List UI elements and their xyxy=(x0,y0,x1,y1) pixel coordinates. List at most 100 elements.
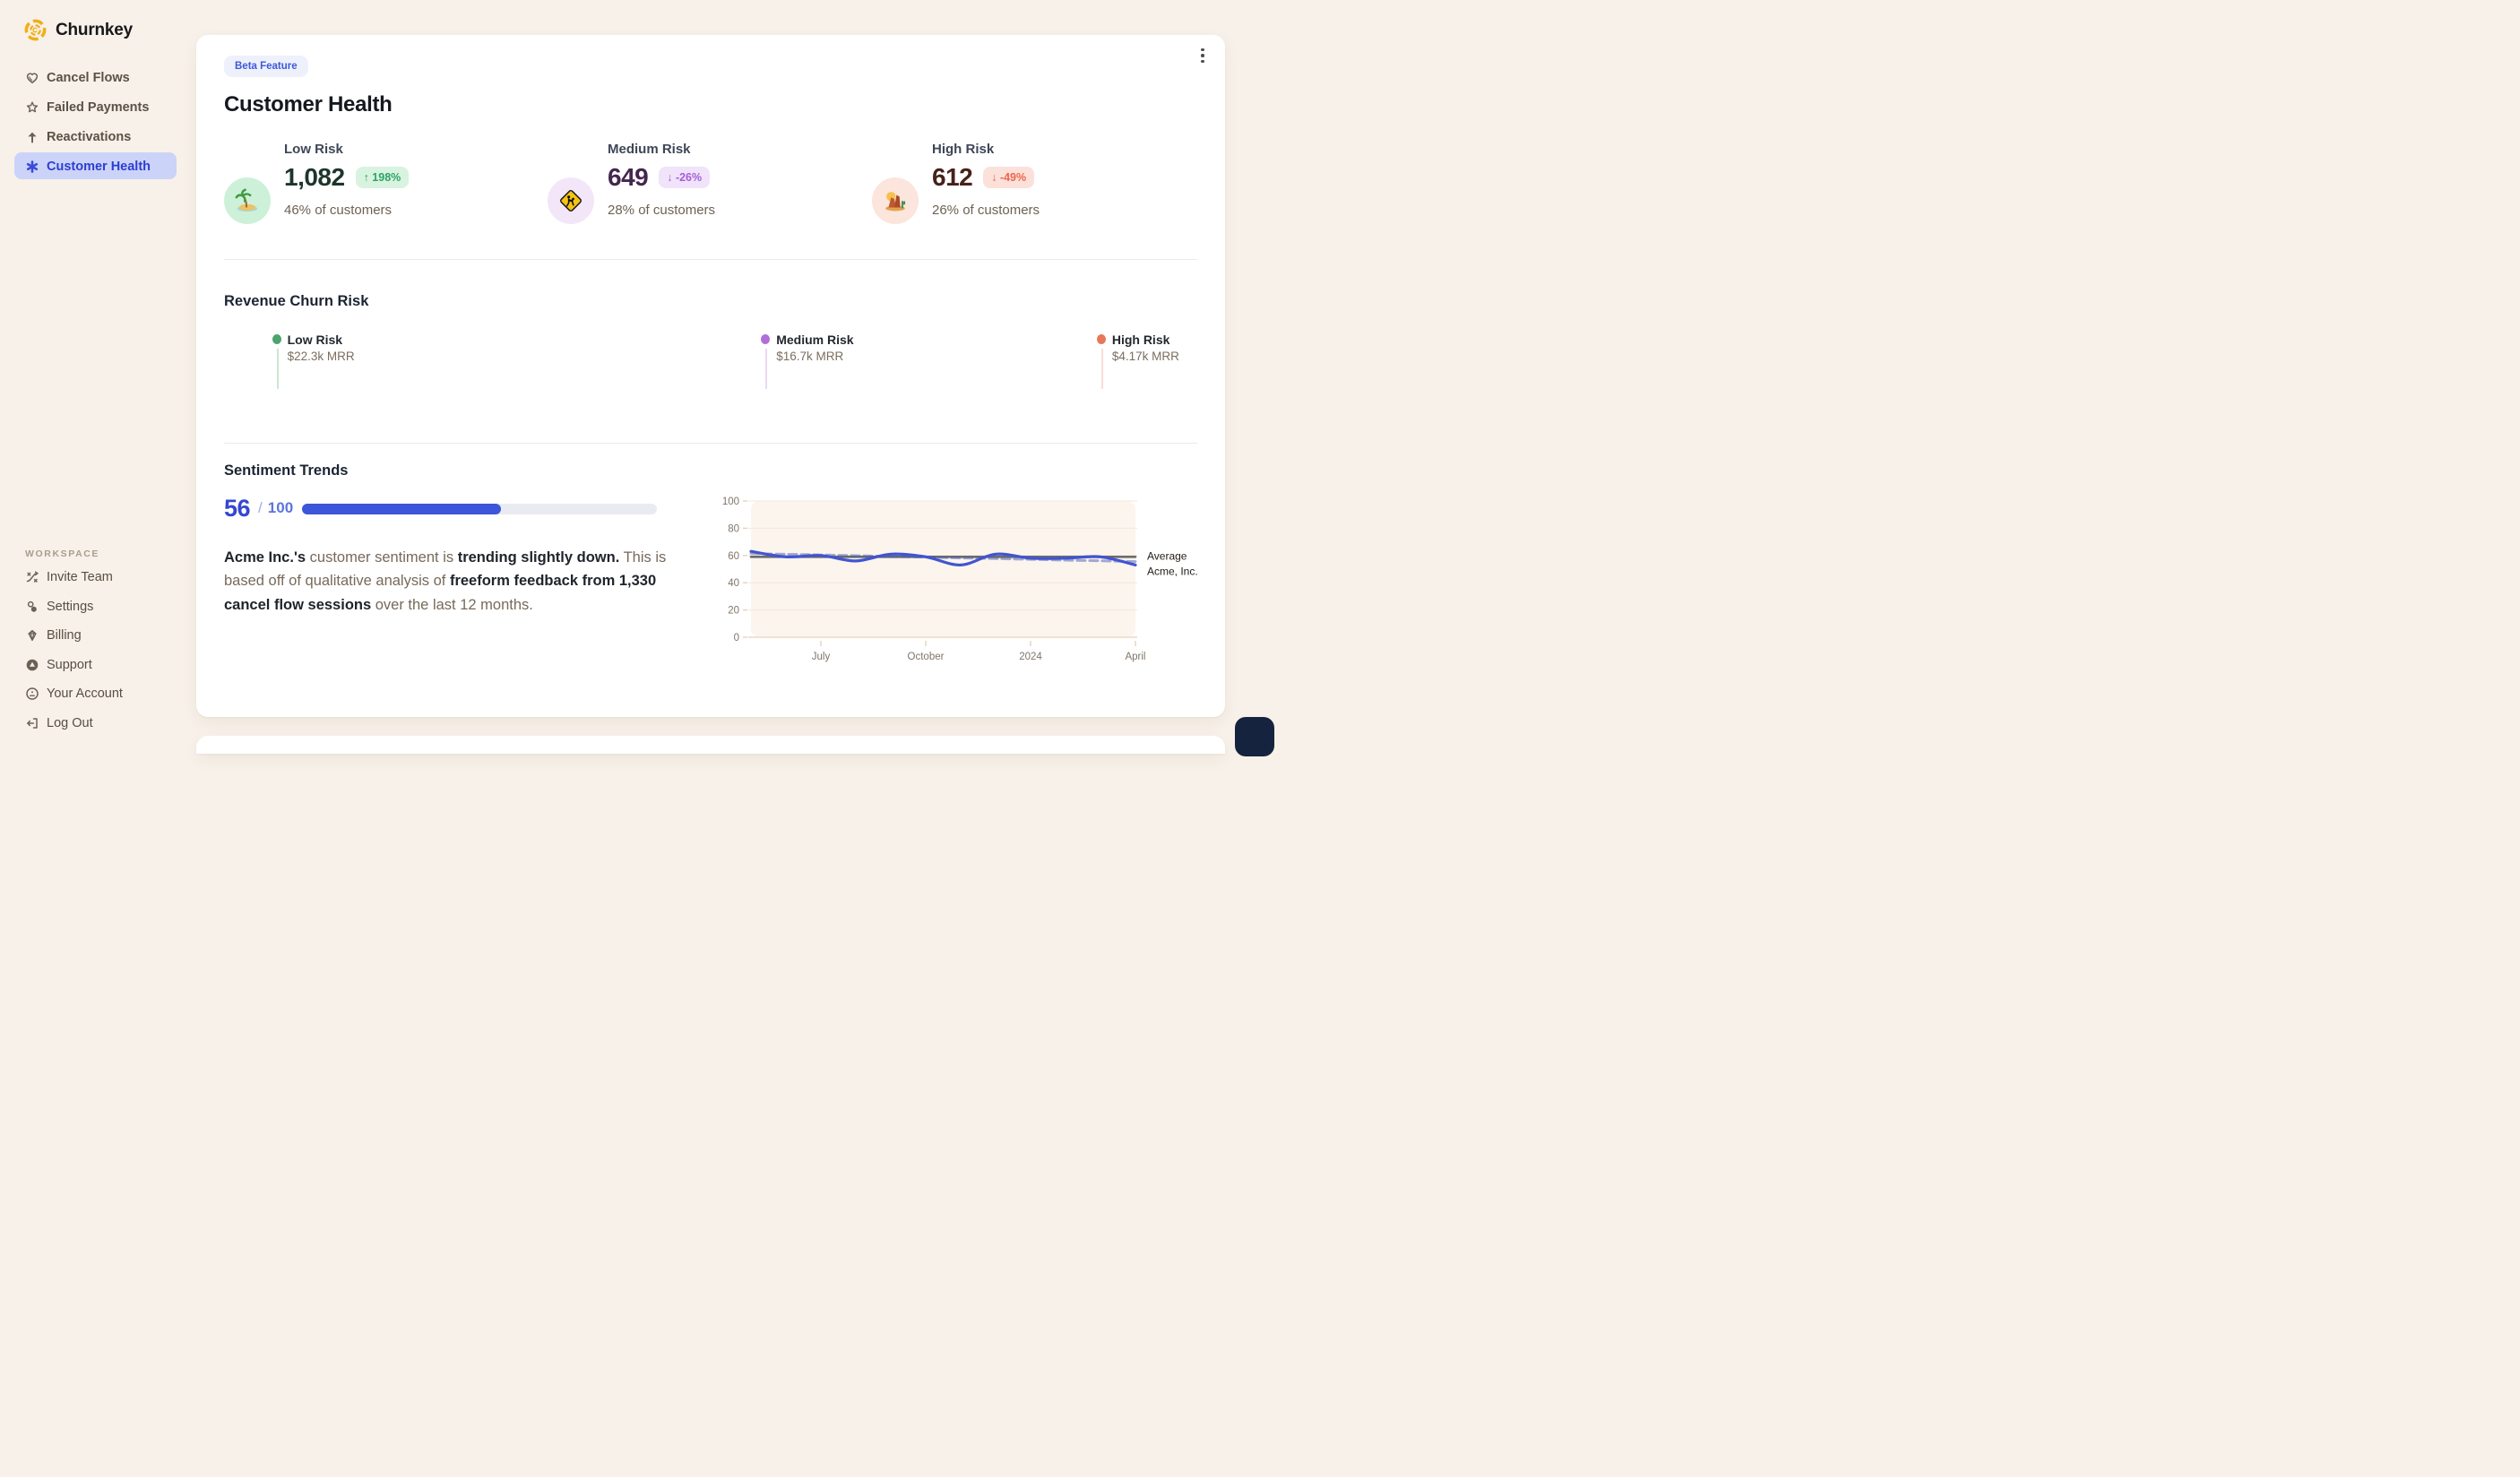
workspace-label: WORKSPACE xyxy=(25,548,100,559)
nav-item-label: Invite Team xyxy=(47,570,113,585)
marker-label: Medium Risk xyxy=(776,333,854,347)
divider xyxy=(224,443,1197,444)
sidebar-item-billing[interactable]: Billing xyxy=(0,621,196,651)
main-nav: Cancel Flows Failed Payments Reactivations… xyxy=(0,63,196,181)
stat-value: 1,082 xyxy=(284,163,345,191)
sentiment-progress-fill xyxy=(302,504,501,514)
svg-text:60: 60 xyxy=(728,551,739,562)
nav-item-label: Failed Payments xyxy=(47,99,150,115)
sentiment-score: 56 / 100 xyxy=(224,494,293,523)
sidebar-item-settings[interactable]: Settings xyxy=(0,592,196,622)
revenue-churn-bar-chart: Low Risk $22.3k MRR Medium Risk $16.7k MRR H… xyxy=(226,331,1202,407)
stat-share: 28% of customers xyxy=(608,203,716,218)
score-total: 100 xyxy=(267,499,294,516)
sidebar: Churnkey Cancel Flows Failed Payments Reac… xyxy=(0,0,196,738)
trend-chart-svg: 0 20 40 60 80 100 July October 2024 April Average A… xyxy=(722,497,1198,662)
summary-emphasis: cancel flow sessions xyxy=(224,596,372,613)
island-icon xyxy=(224,177,271,224)
marker-dot xyxy=(272,334,281,344)
svg-text:October: October xyxy=(908,652,945,662)
sentiment-trend-chart: 0 20 40 60 80 100 July October 2024 April Average A… xyxy=(716,494,1218,673)
logo[interactable]: Churnkey xyxy=(23,18,133,42)
risk-stats-row: Low Risk 1,082 ↑ 198% 46% of customers Mediu… xyxy=(224,142,1197,249)
star-icon xyxy=(24,99,39,115)
marker-mrr: $4.17k MRR xyxy=(1111,350,1179,363)
summary-text: This is xyxy=(619,549,667,566)
sentiment-section-title: Sentiment Trends xyxy=(224,462,349,479)
gem-icon xyxy=(24,628,39,643)
stat-delta-badge: ↓ -49% xyxy=(983,167,1035,188)
summary-text: customer sentiment is xyxy=(309,549,458,566)
marker-label: Low Risk xyxy=(287,333,343,347)
sentiment-progress-bar xyxy=(302,504,657,514)
stat-label: Medium Risk xyxy=(608,142,691,157)
summary-text: based off of qualitative analysis of xyxy=(224,573,450,590)
nav-item-label: Settings xyxy=(47,599,94,614)
logout-icon xyxy=(24,715,39,730)
marker-mrr: $16.7k MRR xyxy=(776,350,844,363)
sidebar-item-reactivations[interactable]: Reactivations xyxy=(0,122,196,151)
score-value: 56 xyxy=(224,494,251,522)
summary-emphasis: freeform feedback from 1,330 xyxy=(449,573,657,590)
lifebuoy-icon xyxy=(24,657,39,672)
svg-text:2024: 2024 xyxy=(1019,652,1042,662)
crossing-icon xyxy=(548,177,594,224)
sidebar-item-support[interactable]: Support xyxy=(0,651,196,680)
marker-line xyxy=(1100,349,1103,389)
risk-stat-medium-risk: Medium Risk 649 ↓ -26% 28% of customers xyxy=(548,142,715,224)
chat-widget-button[interactable] xyxy=(1235,717,1274,756)
customer-health-card: Beta Feature Customer Health Low Risk 1,0… xyxy=(196,35,1225,717)
marker-line xyxy=(765,349,768,389)
beta-feature-badge: Beta Feature xyxy=(224,56,308,77)
nav-item-label: Customer Health xyxy=(47,159,151,174)
svg-text:80: 80 xyxy=(728,523,739,534)
nav-item-label: Your Account xyxy=(47,687,123,702)
svg-text:0: 0 xyxy=(734,633,739,643)
nav-item-label: Support xyxy=(47,657,92,672)
marker-dot xyxy=(1096,334,1106,344)
sidebar-item-failed-payments[interactable]: Failed Payments xyxy=(0,92,196,122)
stat-value: 649 xyxy=(608,163,649,191)
asterisk-icon xyxy=(24,159,39,174)
svg-text:100: 100 xyxy=(722,497,739,507)
svg-text:20: 20 xyxy=(728,606,739,617)
risk-stat-high-risk: High Risk 612 ↓ -49% 26% of customers xyxy=(872,142,1040,224)
score-slash: / xyxy=(258,499,263,516)
sidebar-item-customer-health[interactable]: Customer Health xyxy=(0,151,196,181)
svg-text:July: July xyxy=(812,652,831,662)
nav-item-label: Reactivations xyxy=(47,129,132,144)
next-card-top-edge xyxy=(196,736,1225,754)
marker-mrr: $22.3k MRR xyxy=(287,350,355,363)
stat-share: 26% of customers xyxy=(932,203,1040,218)
nav-item-label: Cancel Flows xyxy=(47,70,130,85)
stat-share: 46% of customers xyxy=(284,203,393,218)
more-options-button[interactable] xyxy=(1193,44,1213,67)
sidebar-item-your-account[interactable]: Your Account xyxy=(0,679,196,709)
marker-label: High Risk xyxy=(1111,333,1170,347)
summary-text: over the last 12 months. xyxy=(371,596,533,613)
summary-emphasis: Acme Inc.'s xyxy=(224,549,310,566)
arrow-up-icon xyxy=(24,129,39,144)
stat-delta-badge: ↑ 198% xyxy=(355,167,410,188)
legend-label: Average xyxy=(1147,549,1187,562)
marker-line xyxy=(276,349,279,389)
sidebar-item-invite-team[interactable]: Invite Team xyxy=(0,563,196,592)
stat-label: Low Risk xyxy=(284,142,343,157)
stat-value: 612 xyxy=(932,163,973,191)
nav-item-label: Billing xyxy=(47,628,82,643)
page-title: Customer Health xyxy=(224,92,393,117)
sidebar-item-cancel-flows[interactable]: Cancel Flows xyxy=(0,63,196,92)
workspace-nav: Invite Team Settings Billing Support Your Ac… xyxy=(0,563,196,738)
circles-icon xyxy=(24,599,39,614)
face-icon xyxy=(24,687,39,702)
sidebar-item-log-out[interactable]: Log Out xyxy=(0,709,196,738)
stat-label: High Risk xyxy=(932,142,995,157)
legend-label: Acme, Inc. xyxy=(1147,565,1198,577)
nav-item-label: Log Out xyxy=(47,715,93,730)
logo-text: Churnkey xyxy=(56,20,134,39)
sentiment-summary-text: Acme Inc.'s customer sentiment is trendi… xyxy=(224,546,697,617)
shuffle-icon xyxy=(24,570,39,585)
stat-delta-badge: ↓ -26% xyxy=(659,167,711,188)
svg-text:April: April xyxy=(1125,652,1145,662)
summary-emphasis: trending slightly down. xyxy=(457,549,620,566)
